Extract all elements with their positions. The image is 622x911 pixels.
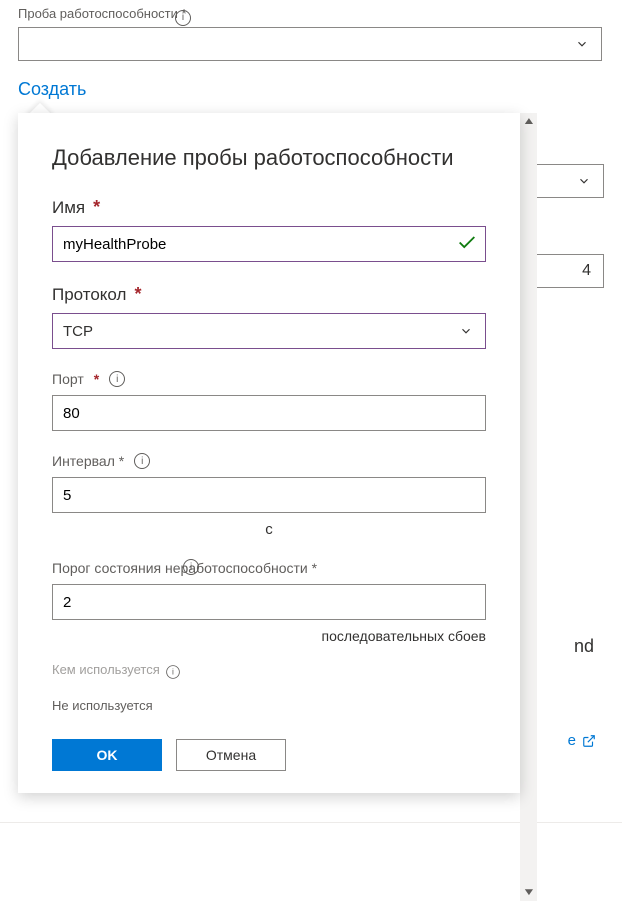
interval-label: Интервал * — [52, 453, 124, 469]
external-link-icon — [582, 734, 596, 748]
healthprobe-dropdown[interactable] — [18, 27, 602, 61]
scroll-down-icon: ▼ — [522, 887, 536, 898]
threshold-input[interactable] — [52, 584, 486, 620]
chevron-down-icon — [575, 174, 593, 188]
scrollbar[interactable]: ▲ ▼ — [520, 113, 537, 901]
interval-unit: с — [265, 521, 273, 538]
info-icon[interactable]: i — [167, 665, 181, 679]
background-partial-link[interactable]: e — [568, 732, 596, 749]
protocol-select[interactable]: TCP — [52, 313, 486, 349]
required-star: * — [94, 371, 99, 387]
name-label: Имя — [52, 198, 85, 218]
background-numeric-value: 4 — [582, 262, 591, 280]
info-icon[interactable]: i — [134, 453, 150, 469]
protocol-value: TCP — [63, 323, 93, 340]
add-health-probe-panel: Добавление пробы работоспособности Имя *… — [18, 113, 520, 793]
info-icon[interactable]: i — [183, 559, 199, 575]
scroll-up-icon: ▲ — [522, 116, 536, 127]
checkmark-icon — [456, 232, 478, 257]
background-partial-text: nd — [574, 636, 594, 657]
name-input[interactable] — [52, 226, 486, 262]
threshold-suffix: последовательных сбоев — [322, 628, 486, 644]
required-star: * — [93, 197, 100, 218]
usedby-label: Кем используется — [52, 662, 160, 677]
port-label: Порт — [52, 371, 84, 387]
info-icon[interactable]: i — [175, 10, 191, 26]
chevron-down-icon — [457, 324, 475, 338]
cancel-button[interactable]: Отмена — [176, 739, 286, 771]
info-icon[interactable]: i — [109, 371, 125, 387]
protocol-label: Протокол — [52, 285, 126, 305]
required-star: * — [134, 284, 141, 305]
panel-title: Добавление пробы работоспособности — [52, 145, 486, 171]
port-input[interactable] — [52, 395, 486, 431]
interval-input[interactable] — [52, 477, 486, 513]
create-new-link[interactable]: Создать — [18, 79, 86, 100]
ok-button[interactable]: OK — [52, 739, 162, 771]
usedby-value: Не используется — [52, 698, 486, 713]
healthprobe-label: Проба работоспособности * — [18, 6, 604, 21]
chevron-down-icon — [573, 37, 591, 51]
